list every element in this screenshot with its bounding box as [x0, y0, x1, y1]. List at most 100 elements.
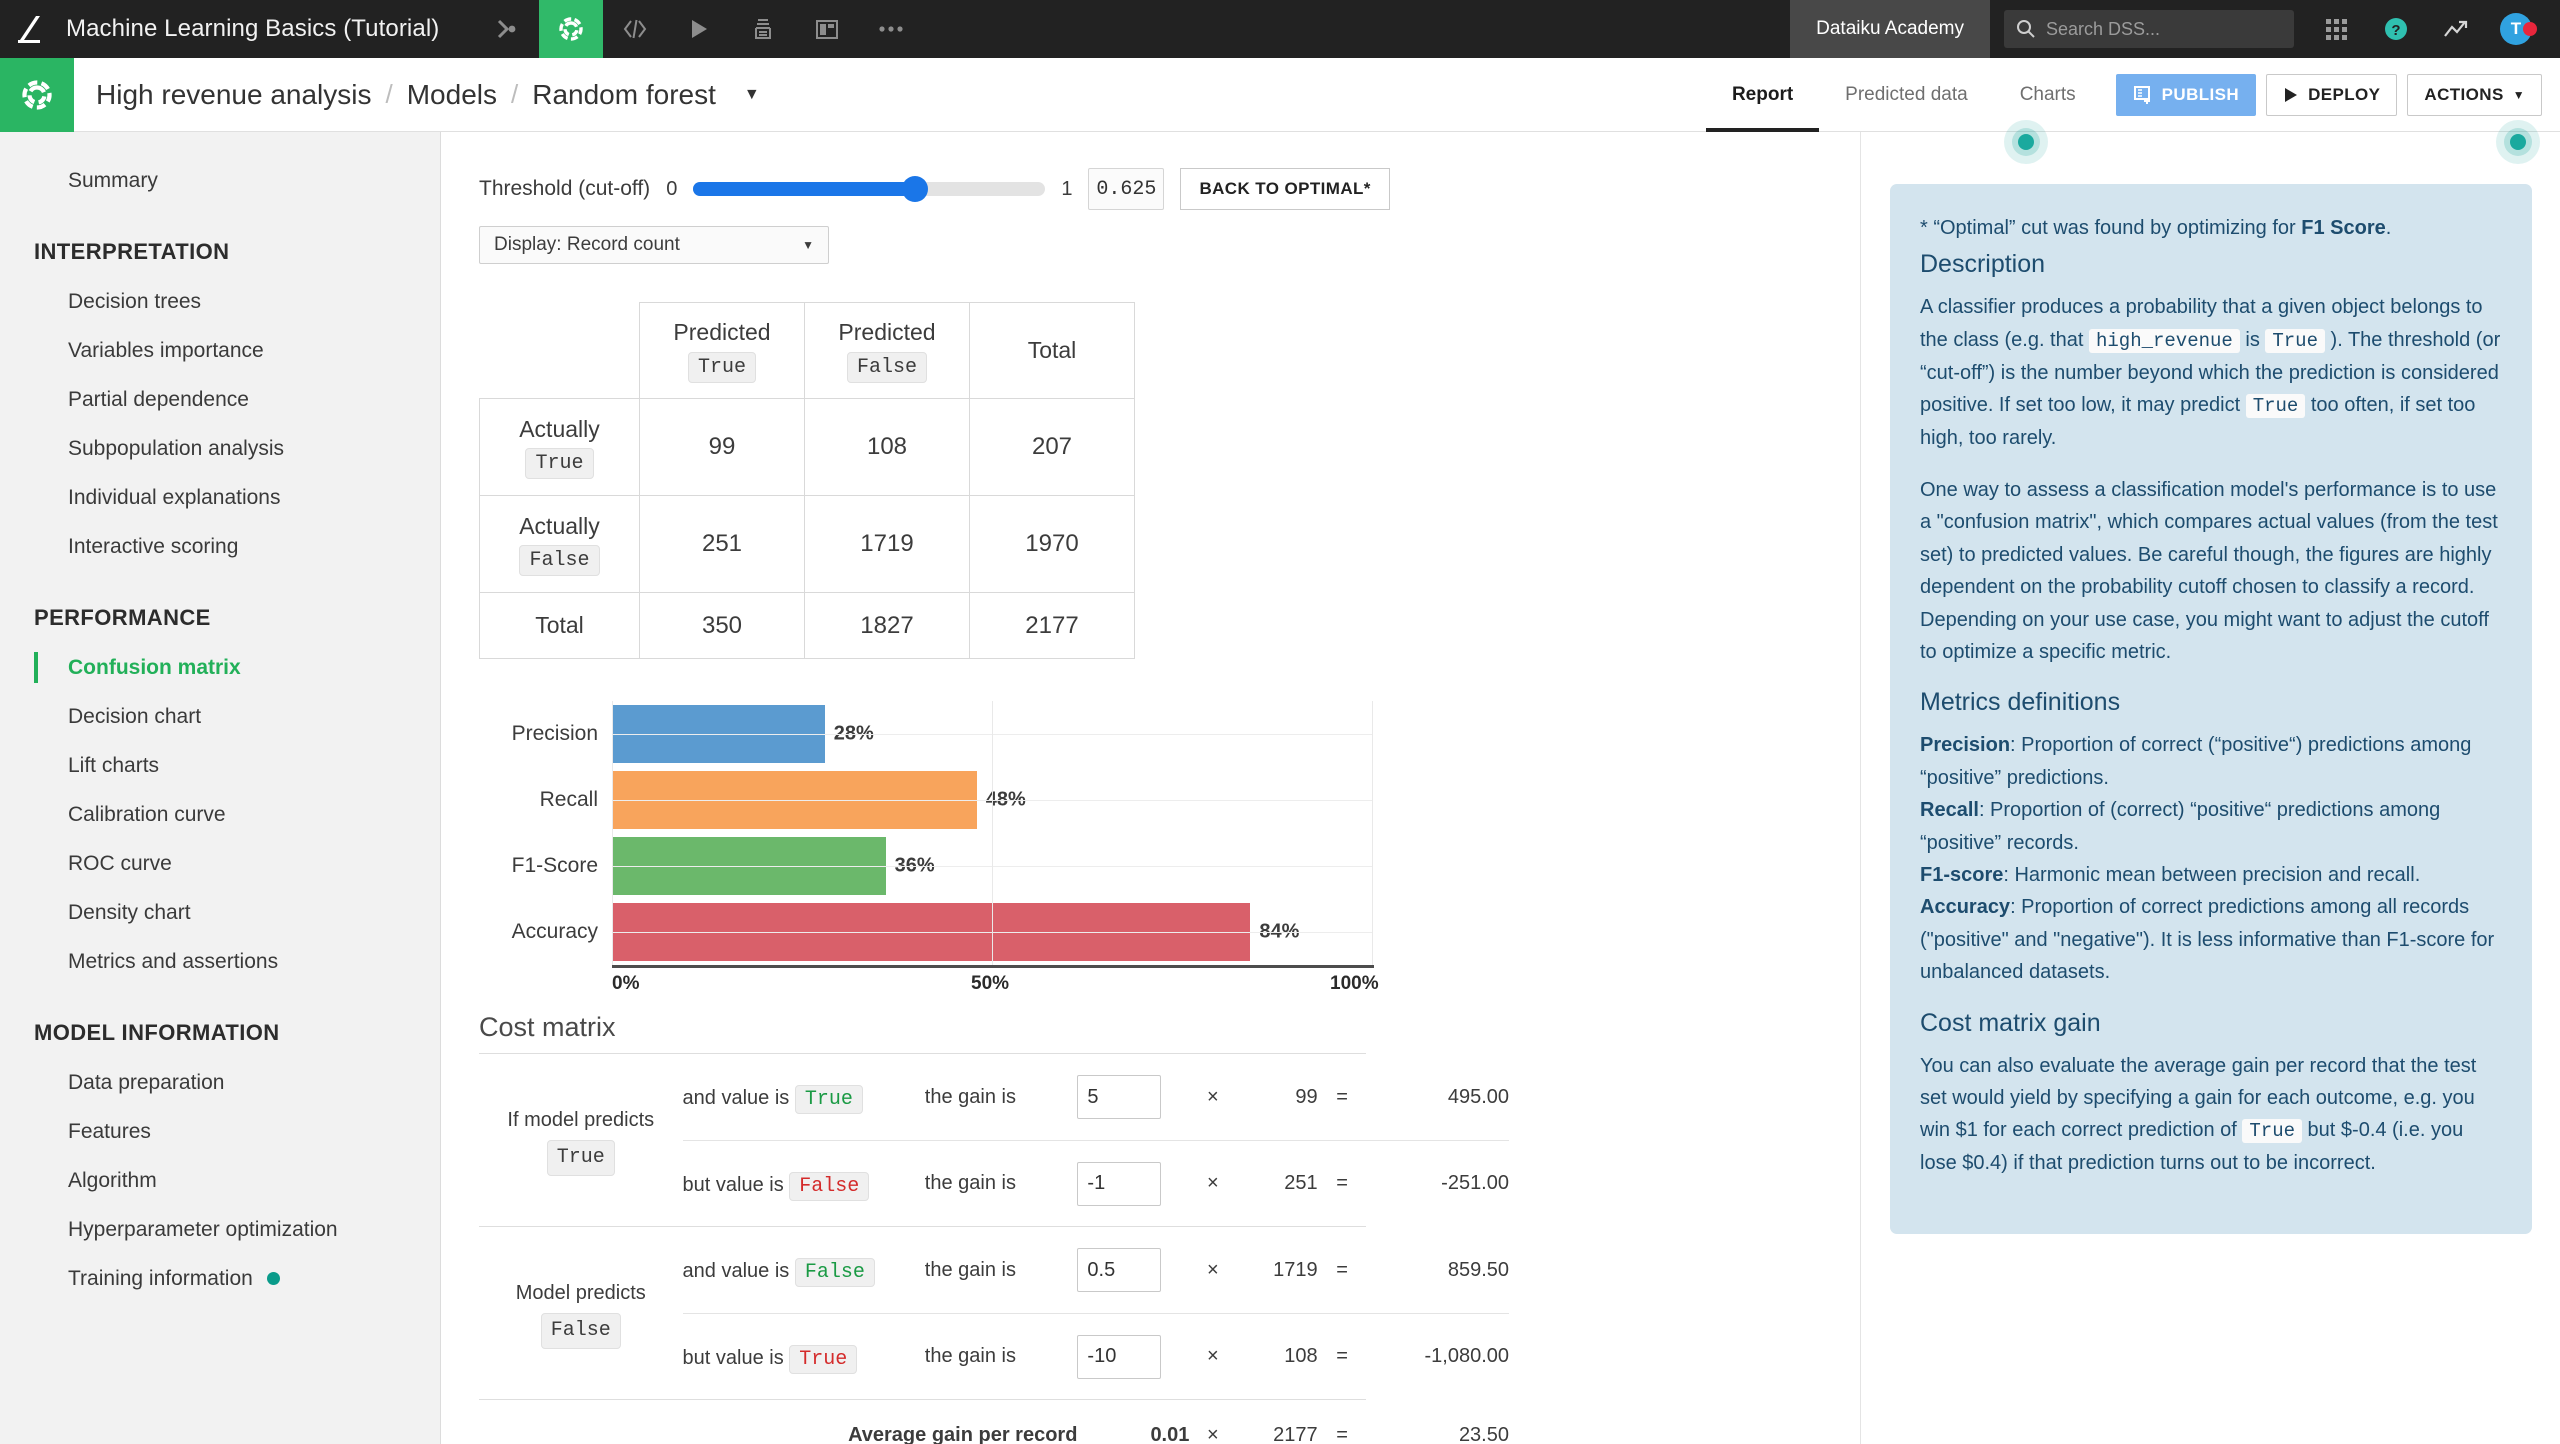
- metrics-bar-chart: Precision 28% Recall 48% F1-Score 36% Accuracy…: [479, 701, 1714, 994]
- metrics-definitions: Precision: Proportion of correct (“posit…: [1920, 729, 2502, 988]
- cost-gain-input-cell: 5: [1077, 1055, 1189, 1141]
- sidebar-item-partial-dependence[interactable]: Partial dependence: [0, 375, 440, 424]
- breadcrumb-item-models[interactable]: Models: [407, 79, 497, 111]
- cost-condition-cell: but value is False: [682, 1140, 925, 1227]
- gain-input[interactable]: -10: [1077, 1334, 1162, 1379]
- notification-badge: [2523, 22, 2537, 36]
- matrix-cell-0-2[interactable]: 207: [969, 398, 1135, 496]
- cost-condition-cell: but value is True: [682, 1313, 925, 1400]
- sidebar-item-label: Individual explanations: [68, 485, 281, 509]
- chevron-down-icon[interactable]: ▼: [744, 86, 760, 104]
- class-chip: True: [546, 1139, 615, 1176]
- status-dot-icon: [266, 1272, 280, 1285]
- matrix-cell-0-0[interactable]: 99: [639, 398, 805, 496]
- sidebar-item-interactive-scoring[interactable]: Interactive scoring: [0, 522, 440, 571]
- matrix-row-header-0: Actually True: [479, 398, 640, 496]
- average-record-count: 2177: [1273, 1424, 1318, 1444]
- flow-icon[interactable]: [475, 0, 539, 58]
- sidebar-item-decision-trees[interactable]: Decision trees: [0, 277, 440, 326]
- chart-category-label: Recall: [539, 788, 598, 811]
- gain-input[interactable]: 0.5: [1077, 1248, 1162, 1293]
- cost-condition-prefix: and value is: [682, 1087, 795, 1110]
- matrix-row-header-text: Actually: [519, 415, 600, 442]
- sidebar-item-label: Interactive scoring: [68, 534, 239, 558]
- matrix-cell-1-1[interactable]: 1719: [804, 495, 970, 593]
- matrix-col-header-text: Predicted: [673, 319, 771, 346]
- academy-link[interactable]: Dataiku Academy: [1790, 0, 1990, 58]
- matrix-cell-1-0[interactable]: 251: [639, 495, 805, 593]
- confusion-matrix-row: Actually True 99 108 207: [479, 398, 1135, 496]
- sidebar-item-data-preparation[interactable]: Data preparation: [0, 1058, 440, 1107]
- chevron-down-icon: ▼: [802, 238, 814, 252]
- search-input[interactable]: Search DSS...: [2004, 10, 2294, 48]
- threshold-value-input[interactable]: 0.625: [1088, 168, 1165, 210]
- svg-text:?: ?: [2391, 22, 2400, 39]
- publish-icon: [2133, 85, 2150, 104]
- breadcrumb-item-analysis[interactable]: High revenue analysis: [96, 79, 372, 111]
- dataiku-logo[interactable]: [0, 0, 58, 58]
- sidebar-item-training-information[interactable]: Training information: [0, 1254, 440, 1303]
- cost-gain-input-cell: 0.5: [1077, 1228, 1189, 1314]
- matrix-cell-1-2[interactable]: 1970: [969, 495, 1135, 593]
- sidebar-item-confusion-matrix[interactable]: Confusion matrix: [0, 643, 440, 692]
- help-icon[interactable]: ?: [2368, 16, 2424, 42]
- average-gain-result: 23.50: [1458, 1424, 1509, 1444]
- dashboard-icon[interactable]: [795, 0, 859, 58]
- jobs-icon[interactable]: [731, 0, 795, 58]
- sidebar-item-label: Subpopulation analysis: [68, 436, 284, 460]
- gain-input[interactable]: 5: [1077, 1075, 1162, 1120]
- slider-min-label: 0: [666, 177, 678, 200]
- class-chip: False: [789, 1171, 870, 1201]
- display-mode-select[interactable]: Display: Record count ▼: [479, 226, 829, 264]
- threshold-slider[interactable]: [693, 176, 1046, 202]
- sidebar-item-lift-charts[interactable]: Lift charts: [0, 741, 440, 790]
- sidebar-item-metrics-and-assertions[interactable]: Metrics and assertions: [0, 937, 440, 986]
- gain-input[interactable]: -1: [1077, 1161, 1162, 1206]
- tour-highlight-dot-publish[interactable]: [2004, 120, 2048, 164]
- back-to-optimal-button[interactable]: BACK TO OPTIMAL*: [1180, 168, 1390, 210]
- slider-knob[interactable]: [902, 176, 929, 202]
- tour-highlight-dot-actions[interactable]: [2496, 120, 2540, 164]
- sidebar-item-decision-chart[interactable]: Decision chart: [0, 692, 440, 741]
- run-icon[interactable]: [667, 0, 731, 58]
- optimal-note-post: .: [2385, 217, 2392, 239]
- tab-report[interactable]: Report: [1706, 58, 1819, 132]
- breadcrumb-separator-2: /: [511, 79, 519, 109]
- breadcrumb-item-model[interactable]: Random forest: [532, 79, 716, 111]
- code-icon[interactable]: [603, 0, 667, 58]
- sidebar-item-calibration-curve[interactable]: Calibration curve: [0, 790, 440, 839]
- metric-definition-0: Precision: Proportion of correct (“posit…: [1920, 729, 2502, 794]
- sidebar-item-label: Training information: [68, 1266, 253, 1290]
- lab-icon[interactable]: [539, 0, 604, 58]
- sidebar-item-summary[interactable]: Summary: [0, 156, 440, 205]
- chart-axis-tick-label: 100%: [1330, 973, 1379, 994]
- sidebar-item-subpopulation-analysis[interactable]: Subpopulation analysis: [0, 424, 440, 473]
- sidebar-item-features[interactable]: Features: [0, 1107, 440, 1156]
- activity-trend-icon[interactable]: [2428, 18, 2484, 40]
- sidebar-item-individual-explanations[interactable]: Individual explanations: [0, 473, 440, 522]
- sidebar-item-variables-importance[interactable]: Variables importance: [0, 326, 440, 375]
- model-sidebar[interactable]: Summary INTERPRETATION Decision trees Vari…: [0, 132, 441, 1444]
- user-avatar[interactable]: T: [2488, 13, 2544, 45]
- publish-button[interactable]: PUBLISH: [2115, 73, 2257, 116]
- tab-predicted-data[interactable]: Predicted data: [1819, 58, 1994, 132]
- matrix-cell-0-1[interactable]: 108: [804, 398, 970, 496]
- project-icon[interactable]: [0, 57, 74, 132]
- sidebar-item-label: ROC curve: [68, 851, 172, 875]
- matrix-col-header-text: Total: [1027, 337, 1077, 364]
- optimal-note-metric: F1 Score: [2301, 217, 2386, 239]
- sidebar-item-algorithm[interactable]: Algorithm: [0, 1156, 440, 1205]
- cost-condition-prefix: and value is: [682, 1260, 795, 1283]
- sidebar-item-hyperparameter-optimization[interactable]: Hyperparameter optimization: [0, 1205, 440, 1254]
- actions-label: ACTIONS: [2424, 84, 2504, 104]
- sidebar-item-density-chart[interactable]: Density chart: [0, 888, 440, 937]
- project-title[interactable]: Machine Learning Basics (Tutorial): [58, 0, 439, 58]
- deploy-button[interactable]: DEPLOY: [2266, 73, 2398, 116]
- publish-label: PUBLISH: [2161, 84, 2240, 104]
- actions-button[interactable]: ACTIONS ▼: [2407, 73, 2542, 116]
- apps-grid-icon[interactable]: [2308, 18, 2364, 40]
- sidebar-item-roc-curve[interactable]: ROC curve: [0, 839, 440, 888]
- more-icon[interactable]: [859, 0, 923, 58]
- cost-group-header-text: If model predicts: [507, 1108, 655, 1131]
